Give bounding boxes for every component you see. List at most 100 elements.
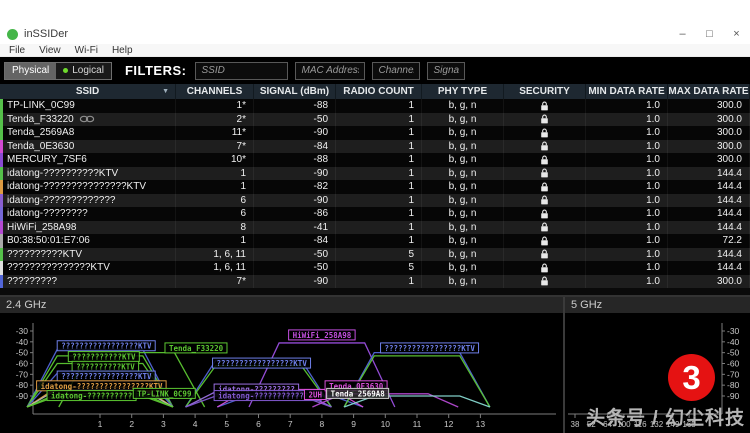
- column-header-min-data-rate[interactable]: MIN DATA RATE: [586, 84, 668, 99]
- table-row[interactable]: Tenda_F332202*-501b, g, n1.0300.0: [0, 113, 750, 127]
- close-button[interactable]: ×: [723, 24, 750, 44]
- column-header-phy-type[interactable]: PHY TYPE: [422, 84, 504, 99]
- menu-file[interactable]: File: [2, 45, 32, 56]
- cell-security: [504, 194, 586, 208]
- column-header-channels[interactable]: CHANNELS: [176, 84, 254, 99]
- lock-icon: [540, 276, 549, 286]
- x-tick-label: 38: [571, 420, 580, 429]
- x-tick-label: 7: [288, 419, 293, 429]
- cell-min-data-rate: 1.0: [586, 221, 668, 235]
- table-row[interactable]: idatong-??????????KTV1-901b, g, n1.0144.…: [0, 167, 750, 181]
- table-row[interactable]: Tenda_2569A811*-901b, g, n1.0300.0: [0, 126, 750, 140]
- column-header-security[interactable]: SECURITY: [504, 84, 586, 99]
- lock-icon: [540, 209, 549, 219]
- chart-2-4ghz[interactable]: -30-40-50-60-70-80-9012345678910111213??…: [0, 313, 563, 433]
- cell-phy-type: b, g, n: [422, 113, 504, 127]
- physical-toggle[interactable]: Physical: [5, 63, 56, 79]
- table-row[interactable]: MERCURY_7SF610*-881b, g, n1.0300.0: [0, 153, 750, 167]
- cell-security: [504, 167, 586, 181]
- logical-dot-icon: [63, 68, 68, 73]
- panel-2-4ghz-title: 2.4 GHz: [0, 297, 563, 313]
- maximize-button[interactable]: □: [696, 24, 723, 44]
- table-row[interactable]: TP-LINK_0C991*-881b, g, n1.0300.0: [0, 99, 750, 113]
- cell-phy-type: b, g, n: [422, 248, 504, 262]
- menu-help[interactable]: Help: [105, 45, 140, 56]
- column-header-label: SECURITY: [519, 86, 570, 97]
- ssid-label: HiWiFi_258A98: [293, 331, 352, 340]
- lock-icon: [540, 195, 549, 205]
- titlebar: inSSIDer – □ ×: [0, 24, 750, 44]
- filter-input-signal[interactable]: [427, 62, 465, 80]
- cell-ssid: idatong-???????????????KTV: [3, 180, 176, 194]
- table-row[interactable]: ???????????????KTV1, 6, 11-505b, g, n1.0…: [0, 261, 750, 275]
- column-header-label: RADIO COUNT: [343, 86, 414, 97]
- logical-toggle[interactable]: Logical: [56, 63, 111, 79]
- column-header-ssid[interactable]: SSID▼: [0, 84, 176, 99]
- cell-security: [504, 180, 586, 194]
- cell-phy-type: b, g, n: [422, 126, 504, 140]
- page-top-margin: [0, 0, 750, 24]
- menu-wifi[interactable]: Wi-Fi: [68, 45, 105, 56]
- column-header-label: CHANNELS: [187, 86, 243, 97]
- y-tick-label: -80: [16, 380, 29, 390]
- table-row[interactable]: ??????????KTV1, 6, 11-505b, g, n1.0144.4: [0, 248, 750, 262]
- cell-max-data-rate: 300.0: [668, 275, 750, 289]
- cell-security: [504, 153, 586, 167]
- cell-radio-count: 1: [336, 153, 422, 167]
- cell-signal: -82: [254, 180, 336, 194]
- ssid-filter-arrow-icon[interactable]: ▼: [162, 88, 169, 95]
- cell-ssid: MERCURY_7SF6: [3, 153, 176, 167]
- ssid-label: ?????????????????KTV: [61, 342, 152, 351]
- table-row[interactable]: idatong-????????6-861b, g, n1.0144.4: [0, 207, 750, 221]
- cell-ssid: TP-LINK_0C99: [3, 99, 176, 113]
- cell-radio-count: 1: [336, 234, 422, 248]
- cell-radio-count: 1: [336, 275, 422, 289]
- cell-max-data-rate: 144.4: [668, 261, 750, 275]
- cell-channels: 11*: [176, 126, 254, 140]
- cell-channels: 7*: [176, 275, 254, 289]
- cell-ssid: ???????????????KTV: [3, 261, 176, 275]
- cell-phy-type: b, g, n: [422, 180, 504, 194]
- cell-radio-count: 1: [336, 113, 422, 127]
- cell-phy-type: b, g, n: [422, 234, 504, 248]
- cell-ssid: B0:38:50:01:E7:06: [3, 234, 176, 248]
- cell-min-data-rate: 1.0: [586, 140, 668, 154]
- minimize-button[interactable]: –: [669, 24, 696, 44]
- cell-channels: 1: [176, 180, 254, 194]
- column-header-max-data-rate[interactable]: MAX DATA RATE: [668, 84, 750, 99]
- x-tick-label: 11: [413, 419, 422, 429]
- column-header-signal-dbm-[interactable]: SIGNAL (dBm): [254, 84, 336, 99]
- cell-security: [504, 207, 586, 221]
- column-header-radio-count[interactable]: RADIO COUNT: [336, 84, 422, 99]
- table-row[interactable]: HiWiFi_258A988-411b, g, n1.0144.4: [0, 221, 750, 235]
- cell-max-data-rate: 144.4: [668, 221, 750, 235]
- lock-icon: [540, 101, 549, 111]
- cell-signal: -84: [254, 234, 336, 248]
- y-tick-label: -90: [16, 391, 29, 401]
- cell-radio-count: 1: [336, 140, 422, 154]
- cell-signal: -50: [254, 261, 336, 275]
- menubar: FileViewWi-FiHelp: [0, 44, 750, 57]
- table-row[interactable]: idatong-?????????????6-901b, g, n1.0144.…: [0, 194, 750, 208]
- x-tick-label: 4: [193, 419, 198, 429]
- cell-radio-count: 1: [336, 99, 422, 113]
- table-row[interactable]: Tenda_0E36307*-841b, g, n1.0300.0: [0, 140, 750, 154]
- cell-signal: -84: [254, 140, 336, 154]
- menu-view[interactable]: View: [32, 45, 68, 56]
- cell-channels: 1: [176, 167, 254, 181]
- lock-icon: [540, 155, 549, 165]
- x-tick-label: 8: [320, 419, 325, 429]
- y-tick-label: -90: [727, 391, 740, 401]
- filter-input-ssid[interactable]: [195, 62, 288, 80]
- filter-input-mac-address[interactable]: [295, 62, 365, 80]
- cell-signal: -90: [254, 194, 336, 208]
- table-row[interactable]: B0:38:50:01:E7:061-841b, g, n1.072.2: [0, 234, 750, 248]
- ssid-label: Tenda 2569A8: [331, 389, 386, 398]
- filter-input-channel[interactable]: [372, 62, 420, 80]
- table-row[interactable]: ?????????7*-901b, g, n1.0300.0: [0, 275, 750, 289]
- cell-min-data-rate: 1.0: [586, 153, 668, 167]
- table-row[interactable]: idatong-???????????????KTV1-821b, g, n1.…: [0, 180, 750, 194]
- cell-security: [504, 248, 586, 262]
- cell-max-data-rate: 144.4: [668, 167, 750, 181]
- cell-channels: 1, 6, 11: [176, 261, 254, 275]
